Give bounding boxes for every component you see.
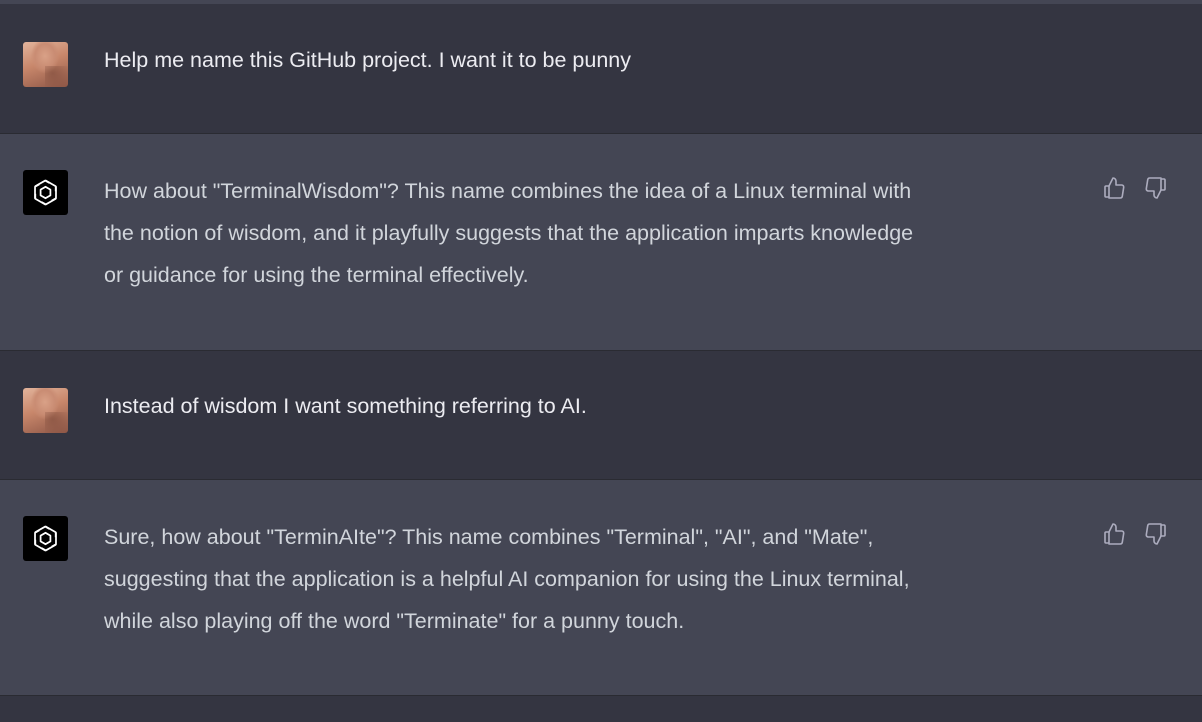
thumbs-up-icon[interactable] — [1102, 522, 1126, 546]
message-line: or guidance for using the terminal effec… — [104, 263, 529, 287]
assistant-message: Sure, how about "TerminAIte"? This name … — [0, 480, 1202, 696]
message-text: How about "TerminalWisdom"? This name co… — [104, 170, 1094, 296]
thumbs-up-icon[interactable] — [1102, 176, 1126, 200]
message-text: Help me name this GitHub project. I want… — [104, 39, 1094, 81]
message-line: Instead of wisdom I want something refer… — [104, 394, 587, 418]
user-message: Help me name this GitHub project. I want… — [0, 4, 1202, 134]
message-line: How about "TerminalWisdom"? This name co… — [104, 179, 912, 203]
assistant-message: How about "TerminalWisdom"? This name co… — [0, 134, 1202, 351]
openai-logo-icon — [23, 516, 68, 561]
user-avatar — [23, 42, 68, 87]
user-message: Instead of wisdom I want something refer… — [0, 351, 1202, 480]
message-line: suggesting that the application is a hel… — [104, 567, 910, 591]
bottom-area — [0, 696, 1202, 722]
message-line: while also playing off the word "Termina… — [104, 609, 685, 633]
message-line: the notion of wisdom, and it playfully s… — [104, 221, 914, 245]
message-line: Help me name this GitHub project. I want… — [104, 48, 632, 72]
conversation-thread: Help me name this GitHub project. I want… — [0, 0, 1202, 722]
user-avatar — [23, 388, 68, 433]
thumbs-down-icon[interactable] — [1144, 522, 1168, 546]
message-line: Sure, how about "TerminAIte"? This name … — [104, 525, 874, 549]
message-text: Sure, how about "TerminAIte"? This name … — [104, 516, 1094, 642]
openai-logo-icon — [23, 170, 68, 215]
thumbs-down-icon[interactable] — [1144, 176, 1168, 200]
message-text: Instead of wisdom I want something refer… — [104, 385, 1094, 427]
